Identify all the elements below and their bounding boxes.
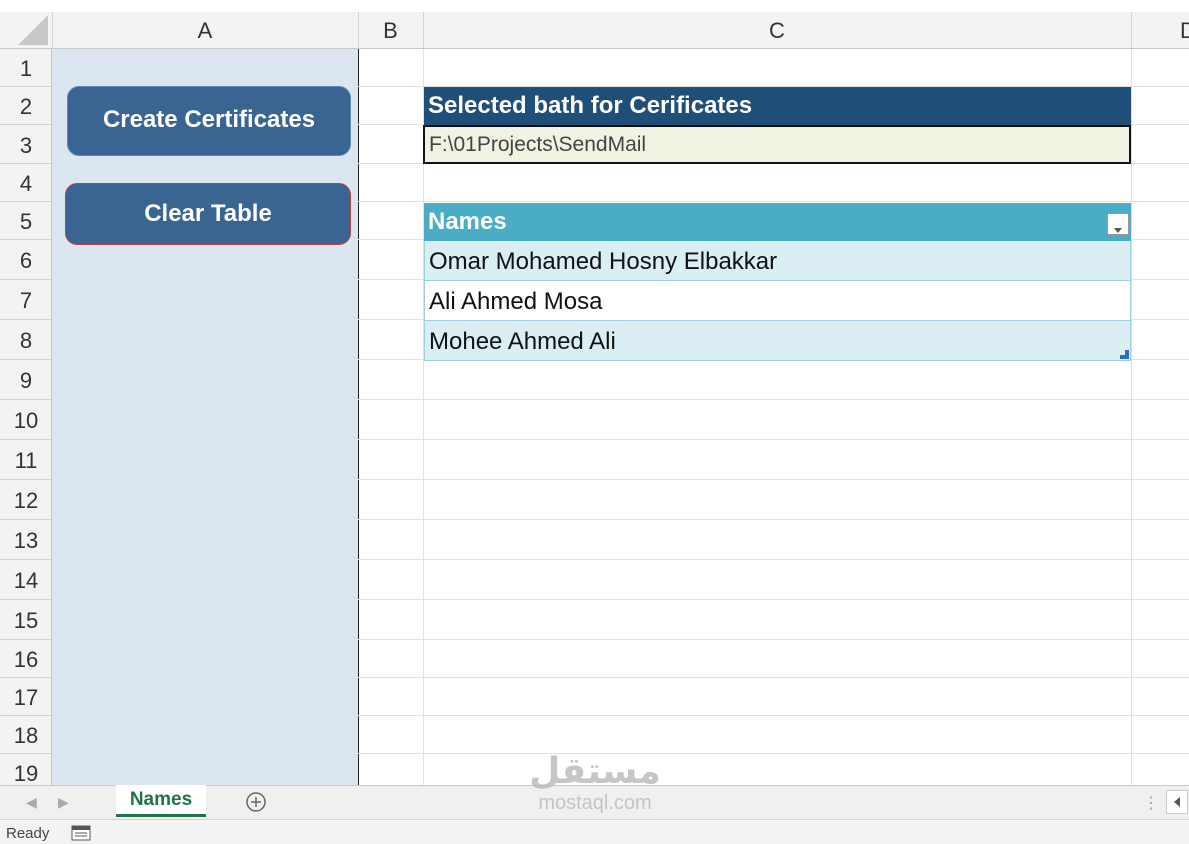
gridline-row <box>358 599 1189 600</box>
gridline-row <box>358 519 1189 520</box>
path-header-cell[interactable]: Selected bath for Cerificates <box>424 87 1131 125</box>
select-all-icon <box>18 15 48 45</box>
row-header[interactable]: 12 <box>0 480 51 520</box>
row-header[interactable]: 7 <box>0 280 51 320</box>
row-header[interactable]: 5 <box>0 202 51 240</box>
column-header-c[interactable]: C <box>423 12 1132 48</box>
names-header-label: Names <box>428 208 507 235</box>
add-sheet-icon[interactable] <box>245 791 267 813</box>
row-header[interactable]: 18 <box>0 716 51 754</box>
row-header[interactable]: 19 <box>0 754 51 785</box>
names-table-header[interactable]: Names <box>424 203 1131 241</box>
row-header-bar: 1 2 3 4 5 6 7 8 9 10 11 12 13 14 15 16 17 18 19 <box>0 49 52 785</box>
gridline-row <box>358 479 1189 480</box>
scroll-left-button[interactable] <box>1166 790 1188 814</box>
watermark-arabic: مستقل <box>529 751 661 792</box>
row-header[interactable]: 16 <box>0 640 51 678</box>
row-header[interactable]: 3 <box>0 125 51 164</box>
next-sheet-icon[interactable]: ▶ <box>58 794 69 811</box>
row-header[interactable]: 11 <box>0 440 51 480</box>
create-certificates-button[interactable]: Create Certificates <box>67 86 351 156</box>
row-header[interactable]: 2 <box>0 87 51 125</box>
row-header[interactable]: 9 <box>0 360 51 400</box>
column-header-b[interactable]: B <box>358 12 424 48</box>
gridline-row <box>358 399 1189 400</box>
gridline-row <box>358 677 1189 678</box>
table-row[interactable]: Ali Ahmed Mosa <box>424 281 1131 321</box>
table-row[interactable]: Omar Mohamed Hosny Elbakkar <box>424 241 1131 281</box>
row-header[interactable]: 4 <box>0 164 51 202</box>
select-all-corner[interactable] <box>0 12 53 48</box>
filter-dropdown-icon <box>1114 228 1122 233</box>
tab-splitter-handle[interactable]: ⋮ <box>1143 793 1159 813</box>
column-header-d[interactable]: D <box>1131 12 1189 48</box>
row-header[interactable]: 13 <box>0 520 51 560</box>
row-header[interactable]: 15 <box>0 600 51 640</box>
row-header[interactable]: 17 <box>0 678 51 716</box>
column-a-panel <box>52 49 359 785</box>
clear-table-button[interactable]: Clear Table <box>65 183 351 245</box>
row-header[interactable]: 8 <box>0 320 51 360</box>
column-header-a[interactable]: A <box>52 12 359 48</box>
status-bar: Ready <box>0 819 1189 844</box>
sheet-tab-names[interactable]: Names <box>116 785 206 817</box>
status-ready-text: Ready <box>6 825 50 842</box>
filter-dropdown-button[interactable] <box>1107 213 1129 235</box>
gridline-cd <box>1131 49 1132 785</box>
gridline-row <box>358 559 1189 560</box>
gridline-row <box>358 753 1189 754</box>
scroll-left-icon <box>1174 797 1180 807</box>
table-resize-handle-icon[interactable] <box>1120 350 1129 359</box>
table-row[interactable]: Mohee Ahmed Ali <box>424 321 1131 361</box>
row-header[interactable]: 10 <box>0 400 51 440</box>
row-header[interactable]: 6 <box>0 240 51 280</box>
prev-sheet-icon[interactable]: ◀ <box>26 794 37 811</box>
path-value-cell[interactable]: F:\01Projects\SendMail <box>423 125 1131 164</box>
watermark-latin: mostaql.com <box>538 792 652 814</box>
macro-record-icon[interactable] <box>71 825 91 841</box>
row-header[interactable]: 14 <box>0 560 51 600</box>
gridline-row <box>358 201 1189 202</box>
worksheet-grid[interactable]: Create Certificates Clear Table Selected… <box>52 49 1189 785</box>
gridline-row <box>358 639 1189 640</box>
column-header-bar: A B C D <box>0 12 1189 49</box>
gridline-row <box>358 715 1189 716</box>
gridline-row <box>358 439 1189 440</box>
mostaql-watermark: مستقل mostaql.com <box>520 751 670 815</box>
row-header[interactable]: 1 <box>0 49 51 87</box>
